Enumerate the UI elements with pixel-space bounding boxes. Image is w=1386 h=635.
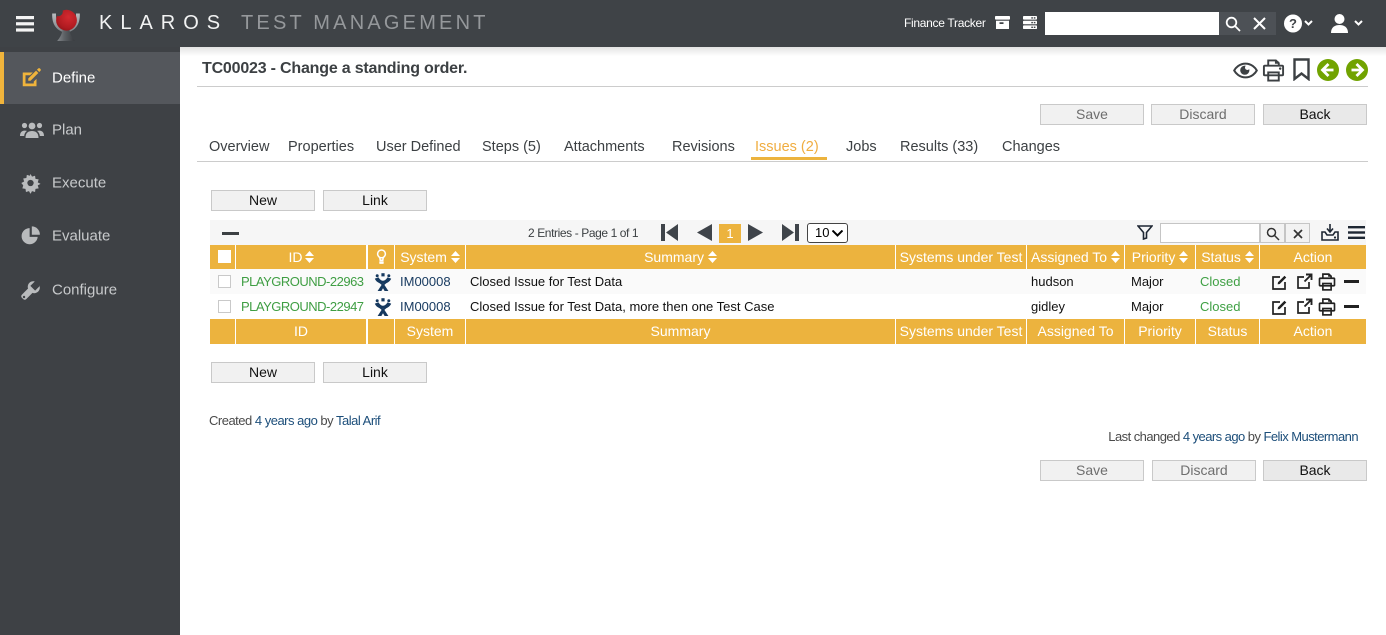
svg-text:?: ? <box>1289 16 1297 31</box>
